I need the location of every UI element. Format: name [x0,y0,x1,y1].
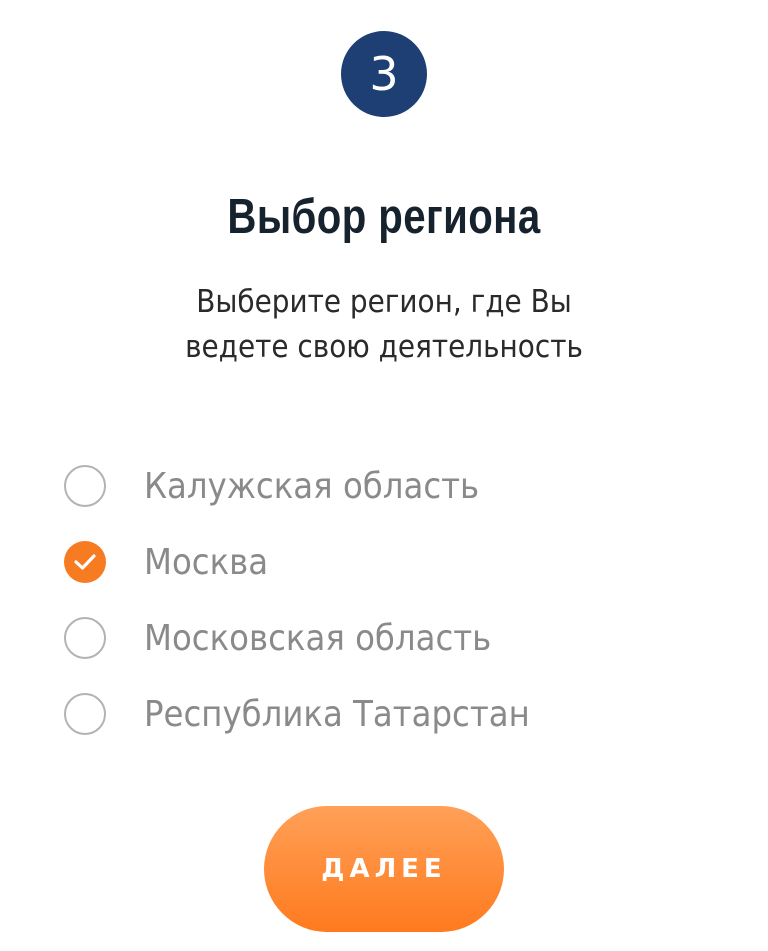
region-option-tatarstan[interactable]: Республика Татарстан [64,676,744,752]
subtitle-line-1: Выберите регион, где Вы [196,284,572,320]
region-option-label: Республика Татарстан [144,693,530,735]
region-option-moscow-oblast[interactable]: Московская область [64,600,744,676]
region-radio-list: Калужская область Москва Московская обла… [64,448,744,752]
radio-button[interactable] [64,617,106,659]
page-subtitle: Выберите регион, где Вы ведете свою деят… [38,280,729,370]
region-option-moscow[interactable]: Москва [64,524,744,600]
radio-button[interactable] [64,693,106,735]
subtitle-line-2: ведете свою деятельность [185,329,583,365]
region-option-label: Калужская область [144,465,480,507]
region-option-label: Московская область [144,617,492,659]
radio-button[interactable] [64,465,106,507]
radio-button[interactable] [64,541,106,583]
page-title: Выбор региона [227,190,541,244]
region-option-label: Москва [144,541,269,583]
region-option-kaluga[interactable]: Калужская область [64,448,744,524]
next-button[interactable]: ДАЛЕЕ [264,806,504,932]
check-icon [74,554,96,570]
step-number-badge: 3 [341,31,427,117]
